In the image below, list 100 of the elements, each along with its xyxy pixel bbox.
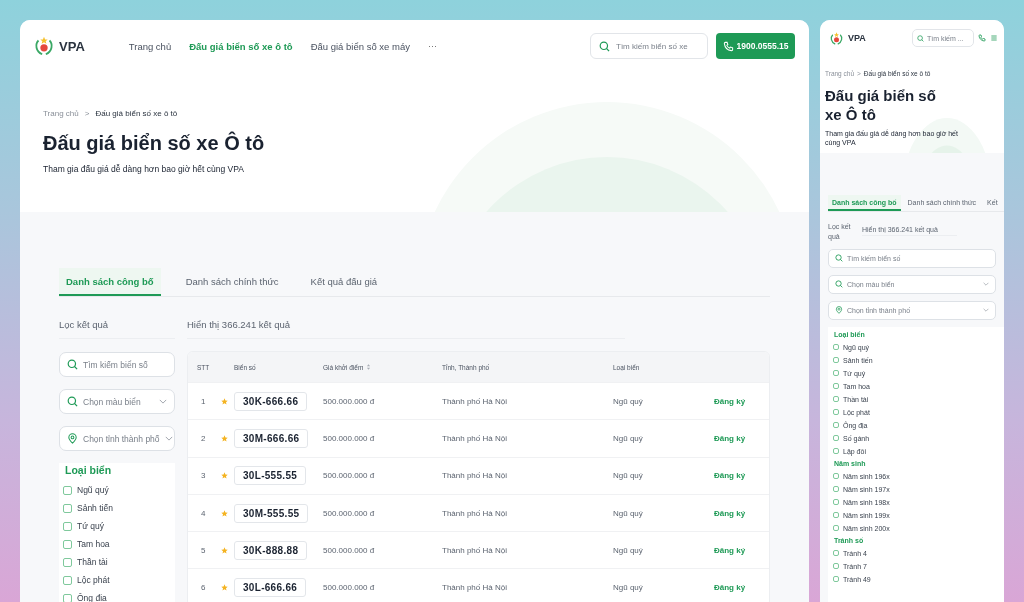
nav-link[interactable]: Trang chủ: [128, 40, 172, 52]
checkbox[interactable]: [833, 473, 839, 480]
chevron-down-icon: [164, 436, 173, 441]
location-pin-icon: [835, 306, 843, 315]
page-subtitle: Tham gia đấu giá dễ dàng hơn bao giờ hết cùng VPA: [43, 164, 245, 174]
checkbox[interactable]: [833, 383, 839, 390]
breadcrumb-separator: >: [84, 109, 90, 118]
breadcrumb-current: Đấu giá biển số xe ô tô: [95, 109, 178, 118]
page-title: Đấu giá biển số xe Ô tô: [825, 86, 937, 124]
city-cell-text: Thành phố Hà Nội: [442, 471, 508, 481]
phone-icon[interactable]: [978, 34, 986, 42]
checkbox[interactable]: [833, 422, 839, 429]
wreath-logo-icon: [829, 30, 844, 46]
logo-text: VPA: [848, 33, 866, 43]
checkbox[interactable]: [833, 525, 839, 532]
search-icon: [835, 280, 843, 289]
filter-checkbox-option[interactable]: Sảnh tiến: [63, 499, 171, 517]
plate-color-dropdown[interactable]: Chọn màu biển: [59, 389, 175, 414]
checkbox[interactable]: [63, 521, 72, 531]
checkbox[interactable]: [833, 563, 839, 570]
filter-checkbox-option[interactable]: Ngũ quý: [63, 481, 171, 499]
star-icon: [221, 434, 228, 442]
row-number: 4: [200, 508, 207, 518]
star-icon: [221, 546, 228, 554]
license-plate: 30M-555.55: [234, 503, 309, 523]
more-menu-button[interactable]: ···: [427, 41, 437, 51]
search-field[interactable]: Tìm kiếm biển số xe: [590, 33, 708, 59]
city-dropdown[interactable]: Chọn tỉnh thành phố: [59, 426, 175, 451]
checkbox[interactable]: [833, 512, 839, 519]
filter-checkbox-option[interactable]: Ông địa: [63, 589, 171, 602]
star-icon: [221, 472, 228, 480]
row-number: 1: [200, 396, 207, 406]
price-cell-text: 500.000.000 đ: [323, 545, 376, 555]
nav-link[interactable]: Đấu giá biển số xe máy: [310, 40, 410, 52]
checkbox[interactable]: [63, 539, 72, 549]
register-link[interactable]: Đăng ký: [714, 508, 769, 518]
filter-checkbox-option[interactable]: Tứ quý: [63, 517, 171, 535]
filter-checkbox-option[interactable]: Tam hoa: [63, 535, 171, 553]
star-icon: [221, 584, 228, 592]
plate-type-cell-text: Ngũ quý: [613, 471, 644, 481]
checkbox[interactable]: [833, 396, 839, 403]
star-icon: [221, 509, 228, 517]
checkbox[interactable]: [833, 357, 839, 364]
plate-type-cell-text: Ngũ quý: [613, 433, 644, 443]
search-icon: [599, 40, 610, 52]
checkbox[interactable]: [833, 576, 839, 583]
price-cell-text: 500.000.000 đ: [323, 433, 376, 443]
city-cell-text: Thành phố Hà Nội: [442, 396, 508, 406]
tab[interactable]: Kết quả đấu giá: [303, 268, 385, 296]
register-link[interactable]: Đăng ký: [714, 433, 769, 443]
chevron-down-icon: [983, 308, 989, 313]
phone-icon: [722, 40, 734, 52]
row-number: 2: [200, 433, 207, 443]
checkbox[interactable]: [63, 593, 72, 602]
breadcrumb-link[interactable]: Trang chủ: [43, 109, 79, 118]
checkbox[interactable]: [833, 448, 839, 455]
checkbox[interactable]: [833, 435, 839, 442]
chevron-down-icon: [983, 282, 989, 287]
chevron-down-icon: [159, 399, 167, 404]
filter-checkbox-option[interactable]: Thần tài: [63, 553, 171, 571]
search-icon: [67, 359, 78, 370]
star-icon: [221, 397, 228, 405]
checkbox[interactable]: [833, 499, 839, 506]
wreath-logo-icon: [33, 35, 55, 57]
row-number: 6: [200, 583, 207, 593]
checkbox[interactable]: [63, 557, 72, 567]
register-link[interactable]: Đăng ký: [714, 545, 769, 555]
checkbox[interactable]: [833, 486, 839, 493]
register-link[interactable]: Đăng ký: [714, 583, 769, 593]
register-link[interactable]: Đăng ký: [714, 471, 769, 481]
checkbox[interactable]: [833, 409, 839, 416]
row-number: 3: [200, 471, 207, 481]
checkbox[interactable]: [63, 485, 72, 495]
checkbox[interactable]: [63, 503, 72, 513]
filter-group-title: Loại biển: [64, 463, 113, 479]
filter-checkbox-option[interactable]: Lộc phát: [63, 571, 171, 589]
tab[interactable]: Danh sách chính thức: [178, 268, 286, 296]
checkbox[interactable]: [833, 370, 839, 377]
license-plate: 30L-666.66: [234, 578, 307, 598]
license-plate: 30M-666.66: [234, 428, 309, 448]
logo-text: VPA: [59, 38, 85, 54]
location-pin-icon: [67, 433, 78, 444]
nav-link[interactable]: Đấu giá biển số xe ô tô: [189, 40, 293, 52]
plate-search-field[interactable]: Tìm kiếm biển số: [59, 352, 175, 377]
row-number: 5: [200, 545, 207, 555]
city-cell-text: Thành phố Hà Nội: [442, 508, 508, 518]
plate-type-cell-text: Ngũ quý: [613, 508, 644, 518]
city-cell-text: Thành phố Hà Nội: [442, 583, 508, 593]
plate-type-cell-text: Ngũ quý: [613, 545, 644, 555]
license-plate: 30L-555.55: [234, 466, 307, 486]
checkbox[interactable]: [833, 344, 839, 351]
menu-icon[interactable]: [990, 34, 998, 42]
register-link[interactable]: Đăng ký: [714, 396, 769, 406]
search-icon: [917, 34, 924, 42]
checkbox[interactable]: [833, 550, 839, 557]
checkbox[interactable]: [63, 575, 72, 585]
plate-type-cell-text: Ngũ quý: [613, 583, 644, 593]
phone-button[interactable]: 1900.0555.15: [716, 33, 795, 59]
page-title: Đấu giá biển số xe Ô tô: [43, 132, 266, 155]
city-cell-text: Thành phố Hà Nội: [442, 545, 508, 555]
